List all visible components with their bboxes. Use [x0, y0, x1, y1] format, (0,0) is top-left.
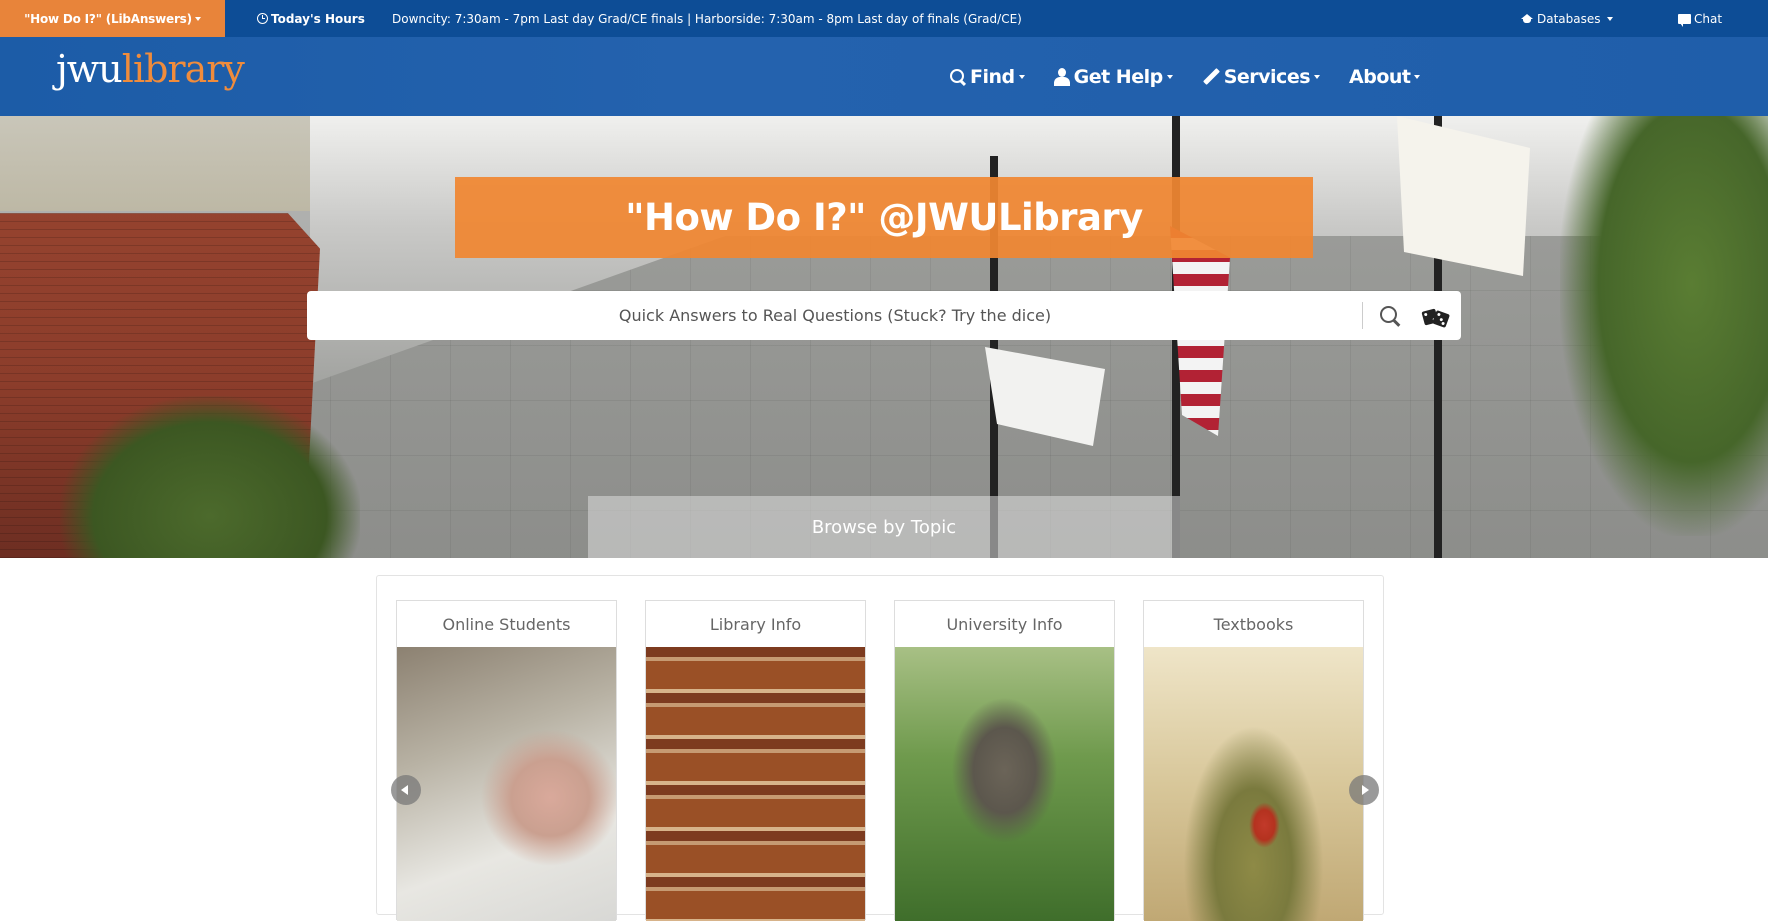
user-icon	[1053, 67, 1070, 86]
chat-icon	[1678, 13, 1691, 27]
topic-card-university-info[interactable]: University Info	[894, 600, 1115, 921]
random-dice-button[interactable]	[1415, 298, 1453, 333]
topic-card-title: Library Info	[709, 614, 802, 634]
graduation-cap-icon	[1520, 13, 1534, 24]
databases-dropdown[interactable]: Databases	[1520, 0, 1613, 37]
chevron-down-icon	[1018, 74, 1025, 79]
hours-text: Downcity: 7:30am - 7pm Last day Grad/CE …	[392, 11, 1022, 26]
topic-card-online-students[interactable]: Online Students	[396, 600, 617, 921]
todays-hours-link[interactable]: Today's Hours	[257, 0, 365, 37]
search-divider	[1362, 302, 1363, 329]
libanswers-label: "How Do I?" (LibAnswers)	[24, 11, 192, 26]
topic-card-title: Textbooks	[1213, 614, 1294, 634]
search-button[interactable]	[1369, 298, 1407, 333]
pencil-icon	[1202, 68, 1220, 86]
carousel-next-button[interactable]	[1349, 775, 1379, 805]
chevron-down-icon	[1314, 74, 1321, 79]
search-icon	[950, 68, 966, 85]
utility-bar: "How Do I?" (LibAnswers) Today's Hours D…	[0, 0, 1768, 37]
chevron-down-icon	[1606, 16, 1613, 21]
hero-banner: "How Do I?" @JWULibrary Browse by Topic	[0, 116, 1768, 558]
nav-get-help-label: Get Help	[1073, 65, 1164, 88]
libanswers-dropdown[interactable]: "How Do I?" (LibAnswers)	[0, 0, 225, 37]
nav-services-label: Services	[1223, 65, 1311, 88]
logo-jwu: jwu	[56, 47, 123, 91]
roof-image	[0, 116, 310, 211]
topic-card-library-info[interactable]: Library Info	[645, 600, 866, 921]
chevron-down-icon	[194, 16, 201, 21]
carousel-prev-button[interactable]	[391, 775, 421, 805]
nav-find[interactable]: Find	[950, 66, 1025, 88]
topic-card-image	[895, 647, 1114, 921]
todays-hours-label: Today's Hours	[271, 11, 365, 26]
nav-about[interactable]: About	[1349, 65, 1421, 88]
chevron-down-icon	[1414, 74, 1421, 79]
nav-menu: Find Get Help Services About	[950, 37, 1449, 116]
clock-icon	[257, 13, 268, 24]
databases-label: Databases	[1537, 11, 1601, 26]
tree-image	[1560, 116, 1768, 536]
topic-card-image	[397, 647, 616, 921]
tree-image	[60, 396, 360, 558]
chat-label: Chat	[1694, 11, 1723, 26]
chat-link[interactable]: Chat	[1678, 0, 1722, 37]
nav-find-label: Find	[970, 65, 1015, 88]
topic-card-image	[646, 647, 865, 921]
nav-services[interactable]: Services	[1202, 65, 1321, 88]
topic-card-title: Online Students	[442, 614, 571, 634]
browse-by-topic-tab[interactable]: Browse by Topic	[588, 496, 1180, 558]
topic-carousel: Online Students Library Info University …	[376, 575, 1384, 921]
topic-card-textbooks[interactable]: Textbooks	[1143, 600, 1364, 921]
topic-card-title: University Info	[946, 614, 1063, 634]
dice-icon	[1432, 310, 1450, 328]
search-input[interactable]	[307, 291, 1363, 340]
nav-get-help[interactable]: Get Help	[1053, 65, 1173, 88]
search-box	[307, 291, 1461, 340]
logo-library: library	[121, 47, 245, 91]
main-navbar: jwulibrary Find Get Help Services About	[0, 37, 1768, 116]
nav-about-label: About	[1349, 65, 1411, 88]
jwu-library-logo[interactable]: jwulibrary	[56, 47, 245, 91]
chevron-down-icon	[1166, 74, 1173, 79]
hero-title: "How Do I?" @JWULibrary	[455, 177, 1313, 258]
topic-card-image	[1144, 647, 1363, 921]
